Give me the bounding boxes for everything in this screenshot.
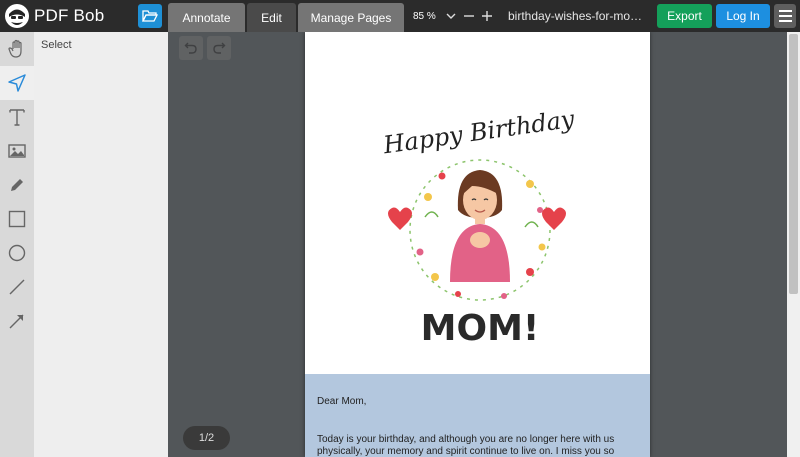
vertical-scrollbar[interactable]	[787, 32, 800, 457]
chevron-down-icon	[446, 13, 456, 19]
tool-image[interactable]	[0, 134, 34, 168]
scrollbar-thumb[interactable]	[789, 34, 798, 294]
tool-hand[interactable]	[0, 32, 34, 66]
art-headline: Happy Birthday	[381, 105, 577, 160]
text-icon	[9, 109, 25, 126]
zoom-in-button[interactable]	[480, 9, 494, 23]
top-toolbar: PDF Bob Annotate Edit Manage Pages 85 % …	[0, 0, 800, 32]
zoom-level[interactable]: 85 %	[413, 11, 436, 22]
login-button[interactable]: Log In	[716, 4, 770, 28]
hamburger-menu-button[interactable]	[774, 4, 796, 28]
pdf-page[interactable]: Happy Birthday MOM! Dear Mom, Today is y…	[305, 32, 650, 457]
minus-icon	[463, 15, 474, 17]
pdf-bob-logo-icon	[5, 4, 29, 28]
tool-options-label: Select	[41, 39, 72, 51]
tool-pencil[interactable]	[0, 168, 34, 202]
circle-icon	[8, 244, 26, 262]
zoom-options-button[interactable]	[444, 9, 458, 23]
folder-open-icon	[142, 10, 158, 22]
tab-manage-pages[interactable]: Manage Pages	[298, 3, 404, 32]
document-filename: birthday-wishes-for-mom...	[508, 9, 650, 23]
redo-icon	[213, 42, 226, 54]
tool-circle[interactable]	[0, 236, 34, 270]
hand-icon	[8, 39, 22, 58]
export-button[interactable]: Export	[657, 4, 712, 28]
redo-button[interactable]	[207, 36, 231, 60]
art-mom-text: MOM!	[421, 308, 540, 349]
open-file-button[interactable]	[138, 4, 162, 28]
plus-icon	[481, 11, 492, 21]
tool-line[interactable]	[0, 270, 34, 304]
birthday-illustration: Happy Birthday MOM!	[381, 105, 577, 349]
line-icon	[9, 279, 25, 295]
tool-arrow[interactable]	[0, 304, 34, 338]
select-arrow-icon	[8, 74, 26, 92]
tab-annotate[interactable]: Annotate	[168, 3, 245, 32]
zoom-out-button[interactable]	[462, 9, 476, 23]
mom-figure	[450, 170, 510, 282]
app-name: PDF Bob	[34, 6, 105, 25]
letter-block: Dear Mom, Today is your birthday, and al…	[305, 374, 650, 457]
undo-button[interactable]	[179, 36, 203, 60]
page-indicator[interactable]: 1/2	[183, 426, 230, 450]
pencil-icon	[11, 179, 23, 191]
letter-greeting[interactable]: Dear Mom,	[317, 396, 366, 407]
image-icon	[8, 144, 26, 158]
tool-select[interactable]	[0, 66, 34, 100]
document-viewer[interactable]: Happy Birthday MOM! Dear Mom, Today is y…	[168, 32, 800, 457]
tool-text[interactable]	[0, 100, 34, 134]
arrow-icon	[9, 314, 24, 329]
tool-rectangle[interactable]	[0, 202, 34, 236]
tab-edit[interactable]: Edit	[247, 3, 296, 32]
zoom-controls: 85 %	[413, 0, 498, 32]
rectangle-icon	[8, 210, 26, 228]
letter-body[interactable]: Today is your birthday, and although you…	[317, 434, 639, 457]
hamburger-menu-icon	[778, 10, 792, 12]
heart-left-icon	[388, 207, 412, 230]
brand[interactable]: PDF Bob	[0, 0, 104, 32]
undo-icon	[184, 42, 197, 54]
heart-right-icon	[542, 207, 566, 230]
tool-strip	[0, 32, 34, 457]
tool-options-panel: Select	[34, 32, 168, 457]
